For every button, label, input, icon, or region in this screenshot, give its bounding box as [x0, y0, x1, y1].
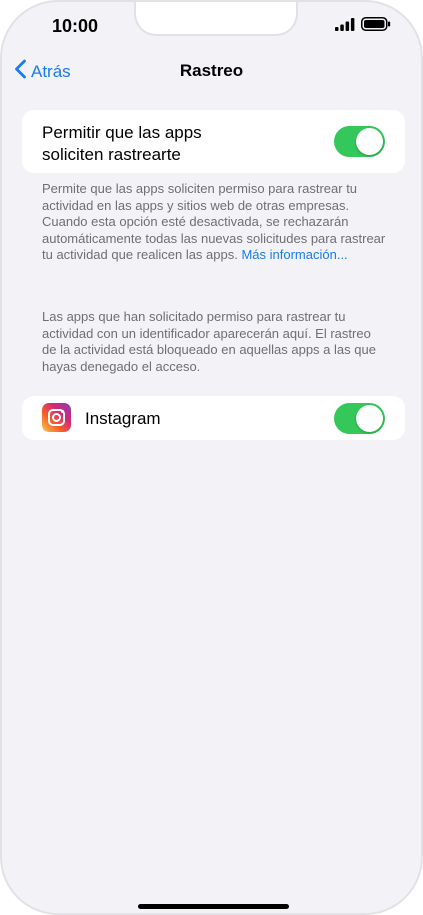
allow-tracking-requests-row: Permitir que las apps soliciten rastrear…: [22, 110, 405, 173]
battery-icon: [361, 17, 391, 36]
instagram-icon: [42, 403, 71, 432]
app-name: Instagram: [85, 409, 161, 428]
status-icons: [335, 17, 391, 36]
apps-description: Las apps que han solicitado permiso para…: [42, 309, 376, 374]
app-row-instagram: Instagram: [22, 396, 405, 440]
toggle-knob: [356, 128, 383, 155]
allow-tracking-label-line1: Permitir que las apps: [42, 123, 202, 142]
tracking-description: Permite que las apps soliciten permiso p…: [42, 181, 387, 264]
more-info-link[interactable]: Más información...: [241, 247, 347, 262]
page-title: Rastreo: [179, 61, 244, 80]
toggle-knob: [356, 405, 383, 432]
notch: [134, 2, 298, 36]
status-time: 10:00: [52, 16, 99, 36]
signal-icon: [335, 17, 355, 36]
allow-tracking-label: Permitir que las apps soliciten rastrear…: [42, 122, 302, 166]
allow-tracking-label-line2: soliciten rastrearte: [42, 145, 181, 164]
instagram-tracking-toggle[interactable]: [334, 403, 385, 434]
phone-frame: 10:00 Atrás Rastreo Permitir que las app…: [0, 0, 423, 915]
navigation-bar: Atrás Rastreo: [2, 54, 421, 88]
home-indicator[interactable]: [138, 904, 289, 909]
allow-tracking-toggle[interactable]: [334, 126, 385, 157]
